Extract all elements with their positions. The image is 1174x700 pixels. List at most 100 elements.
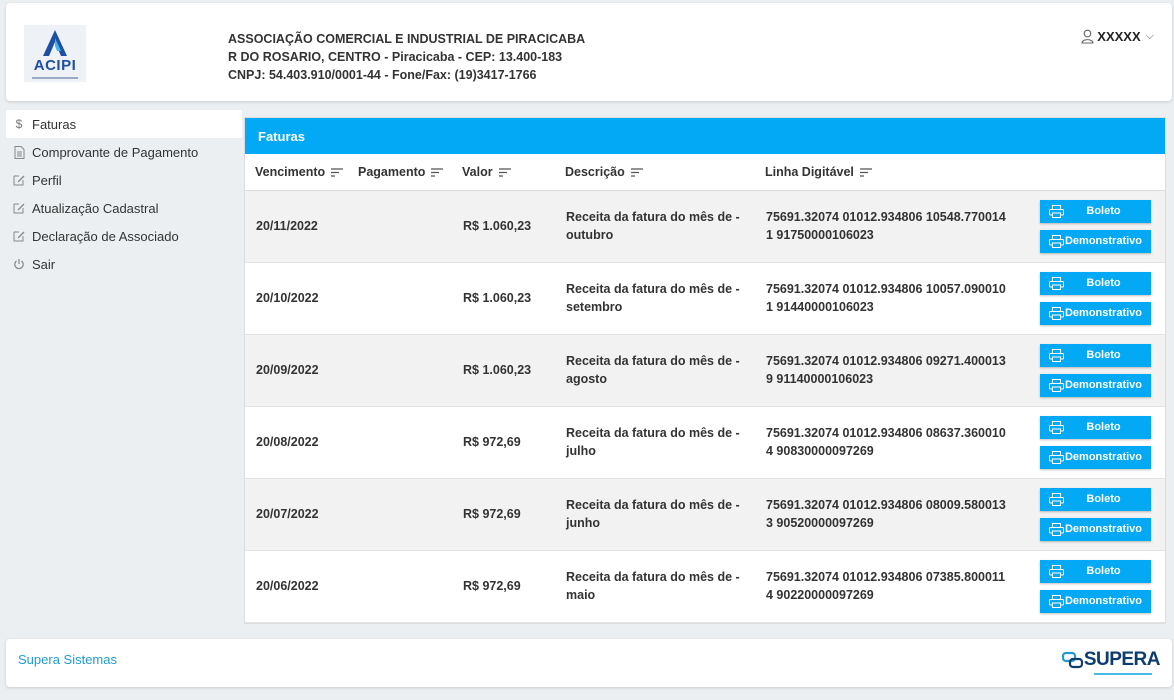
sort-icon bbox=[498, 168, 511, 177]
sidebar-item-label: Sair bbox=[32, 256, 56, 272]
edit-icon bbox=[10, 230, 28, 242]
printer-icon bbox=[1049, 276, 1064, 290]
cell-vencimento: 20/11/2022 bbox=[245, 190, 348, 263]
boleto-button[interactable]: Boleto bbox=[1040, 199, 1151, 223]
cell-linha-digitavel: 75691.32074 01012.934806 10548.770014 1 9… bbox=[755, 190, 1027, 263]
company-contact: CNPJ: 54.403.910/0001-44 - Fone/Fax: (19… bbox=[228, 68, 537, 82]
cell-vencimento: 20/10/2022 bbox=[245, 262, 348, 335]
boleto-button[interactable]: Boleto bbox=[1040, 559, 1151, 583]
sort-icon bbox=[331, 168, 344, 177]
cell-linha-digitavel: 75691.32074 01012.934806 08009.580013 3 9… bbox=[755, 478, 1027, 551]
sidebar-item-label: Perfil bbox=[32, 172, 62, 188]
table-row: 20/07/2022 R$ 972,69 Receita da fatura d… bbox=[245, 478, 1165, 551]
cell-linha-digitavel: 75691.32074 01012.934806 09271.400013 9 9… bbox=[755, 334, 1027, 407]
printer-icon bbox=[1049, 378, 1064, 392]
column-header-valor[interactable]: Valor bbox=[452, 154, 555, 191]
printer-icon bbox=[1049, 204, 1064, 218]
cell-descricao: Receita da fatura do mês de - maio bbox=[555, 550, 755, 623]
supera-logo[interactable]: SUPERA bbox=[1061, 649, 1161, 675]
cell-valor: R$ 972,69 bbox=[452, 478, 555, 551]
invoices-panel: Faturas Vencimento Pagamento Valor Descr… bbox=[244, 117, 1166, 624]
cell-linha-digitavel: 75691.32074 01012.934806 10057.090010 1 9… bbox=[755, 262, 1027, 335]
cell-pagamento bbox=[348, 406, 452, 479]
cell-descricao: Receita da fatura do mês de - julho bbox=[555, 406, 755, 479]
cell-valor: R$ 1.060,23 bbox=[452, 190, 555, 263]
demonstrativo-button[interactable]: Demonstrativo bbox=[1040, 229, 1151, 253]
cell-actions: Boleto Demonstrativo bbox=[1027, 334, 1165, 407]
printer-icon bbox=[1049, 594, 1064, 608]
table-row: 20/11/2022 R$ 1.060,23 Receita da fatura… bbox=[245, 190, 1165, 263]
cell-pagamento bbox=[348, 478, 452, 551]
user-name: XXXXX bbox=[1097, 29, 1141, 44]
sidebar-item-label: Declaração de Associado bbox=[32, 228, 179, 244]
cell-actions: Boleto Demonstrativo bbox=[1027, 262, 1165, 335]
sidebar-item-label: Faturas bbox=[32, 116, 77, 132]
supera-logo-mark-icon bbox=[1061, 651, 1083, 669]
demonstrativo-button[interactable]: Demonstrativo bbox=[1040, 301, 1151, 325]
user-icon bbox=[1081, 29, 1094, 44]
table-row: 20/09/2022 R$ 1.060,23 Receita da fatura… bbox=[245, 334, 1165, 407]
printer-icon bbox=[1049, 492, 1064, 506]
chevron-down-icon: ⌵ bbox=[1145, 30, 1154, 42]
sidebar-item-atualizacao[interactable]: Atualização Cadastral bbox=[6, 194, 242, 222]
acipi-logo[interactable]: ACIPI bbox=[24, 25, 86, 82]
dollar-icon: $ bbox=[15, 117, 23, 131]
supera-wordmark: SUPERA bbox=[1083, 649, 1161, 670]
boleto-button[interactable]: Boleto bbox=[1040, 271, 1151, 295]
boleto-button[interactable]: Boleto bbox=[1040, 415, 1151, 439]
sidebar: $ Faturas Comprovante de Pagamento Perfi… bbox=[6, 110, 242, 278]
invoices-table: Vencimento Pagamento Valor Descrição Lin… bbox=[245, 154, 1165, 623]
footer: Supera Sistemas SUPERA bbox=[6, 639, 1172, 687]
cell-valor: R$ 972,69 bbox=[452, 406, 555, 479]
printer-icon bbox=[1049, 564, 1064, 578]
sidebar-item-comprovante[interactable]: Comprovante de Pagamento bbox=[6, 138, 242, 166]
supera-sistemas-link[interactable]: Supera Sistemas bbox=[18, 652, 117, 667]
logo-tagline-mark bbox=[32, 77, 78, 79]
cell-descricao: Receita da fatura do mês de - setembro bbox=[555, 262, 755, 335]
cell-vencimento: 20/07/2022 bbox=[245, 478, 348, 551]
document-icon bbox=[10, 145, 28, 159]
printer-icon bbox=[1049, 234, 1064, 248]
sidebar-item-label: Atualização Cadastral bbox=[32, 200, 159, 216]
column-header-vencimento[interactable]: Vencimento bbox=[245, 154, 348, 191]
printer-icon bbox=[1049, 348, 1064, 362]
sidebar-item-perfil[interactable]: Perfil bbox=[6, 166, 242, 194]
cell-pagamento bbox=[348, 550, 452, 623]
user-menu[interactable]: XXXXX ⌵ bbox=[1081, 29, 1154, 44]
sidebar-item-declaracao[interactable]: Declaração de Associado bbox=[6, 222, 242, 250]
sidebar-item-faturas[interactable]: $ Faturas bbox=[6, 110, 242, 138]
logo-text: ACIPI bbox=[33, 57, 77, 74]
column-header-pagamento[interactable]: Pagamento bbox=[348, 154, 452, 191]
printer-icon bbox=[1049, 450, 1064, 464]
printer-icon bbox=[1049, 420, 1064, 434]
column-header-descricao[interactable]: Descrição bbox=[555, 154, 755, 191]
logo-mark-icon bbox=[43, 30, 67, 56]
demonstrativo-button[interactable]: Demonstrativo bbox=[1040, 589, 1151, 613]
printer-icon bbox=[1049, 522, 1064, 536]
boleto-button[interactable]: Boleto bbox=[1040, 343, 1151, 367]
cell-pagamento bbox=[348, 262, 452, 335]
sort-icon bbox=[630, 168, 643, 177]
table-row: 20/08/2022 R$ 972,69 Receita da fatura d… bbox=[245, 406, 1165, 479]
sidebar-item-sair[interactable]: Sair bbox=[6, 250, 242, 278]
cell-descricao: Receita da fatura do mês de - agosto bbox=[555, 334, 755, 407]
cell-descricao: Receita da fatura do mês de - outubro bbox=[555, 190, 755, 263]
boleto-button[interactable]: Boleto bbox=[1040, 487, 1151, 511]
cell-vencimento: 20/06/2022 bbox=[245, 550, 348, 623]
printer-icon bbox=[1049, 306, 1064, 320]
cell-actions: Boleto Demonstrativo bbox=[1027, 550, 1165, 623]
sort-icon bbox=[859, 168, 872, 177]
demonstrativo-button[interactable]: Demonstrativo bbox=[1040, 517, 1151, 541]
cell-linha-digitavel: 75691.32074 01012.934806 07385.800011 4 9… bbox=[755, 550, 1027, 623]
header: ACIPI ASSOCIAÇÃO COMERCIAL E INDUSTRIAL … bbox=[6, 3, 1172, 101]
column-header-actions bbox=[1027, 154, 1165, 191]
column-header-linha-digitavel[interactable]: Linha Digitável bbox=[755, 154, 1027, 191]
supera-tagline-mark bbox=[1094, 673, 1152, 675]
table-row: 20/06/2022 R$ 972,69 Receita da fatura d… bbox=[245, 550, 1165, 623]
cell-valor: R$ 1.060,23 bbox=[452, 334, 555, 407]
demonstrativo-button[interactable]: Demonstrativo bbox=[1040, 373, 1151, 397]
cell-valor: R$ 1.060,23 bbox=[452, 262, 555, 335]
demonstrativo-button[interactable]: Demonstrativo bbox=[1040, 445, 1151, 469]
cell-actions: Boleto Demonstrativo bbox=[1027, 406, 1165, 479]
cell-actions: Boleto Demonstrativo bbox=[1027, 478, 1165, 551]
